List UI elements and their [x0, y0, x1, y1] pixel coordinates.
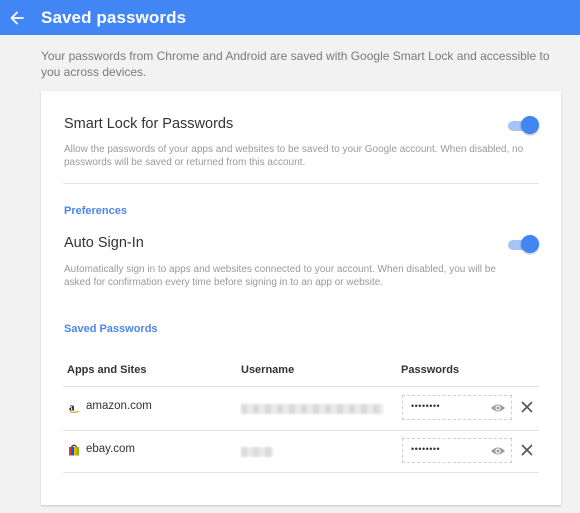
preferences-heading: Preferences	[64, 205, 127, 217]
divider	[63, 472, 539, 473]
password-field[interactable]: ••••••••	[402, 438, 512, 463]
smart-lock-toggle[interactable]	[508, 116, 539, 134]
column-header-username: Username	[241, 364, 295, 376]
auto-sign-in-description: Automatically sign in to apps and websit…	[64, 264, 496, 288]
smart-lock-description: Allow the passwords of your apps and web…	[64, 144, 524, 168]
site-name: ebay.com	[86, 443, 136, 455]
ebay-icon	[69, 444, 79, 456]
amazon-icon: a	[69, 402, 79, 413]
auto-sign-in-title: Auto Sign-In	[64, 235, 144, 251]
password-field[interactable]: ••••••••	[402, 395, 512, 420]
auto-sign-in-toggle[interactable]	[508, 235, 539, 253]
eye-icon[interactable]	[490, 402, 506, 414]
site-name: amazon.com	[86, 400, 152, 412]
username-redacted	[241, 404, 383, 414]
eye-icon[interactable]	[490, 445, 506, 457]
back-button[interactable]	[0, 0, 34, 35]
settings-card: Smart Lock for Passwords Allow the passw…	[41, 91, 561, 505]
password-mask: ••••••••	[411, 401, 441, 411]
smart-lock-title: Smart Lock for Passwords	[64, 116, 234, 132]
column-header-site: Apps and Sites	[67, 364, 147, 376]
table-row: ebay.com ••••••••	[63, 430, 539, 473]
column-header-password: Passwords	[401, 364, 460, 376]
close-icon[interactable]	[520, 443, 534, 457]
divider	[63, 183, 539, 184]
arrow-left-icon	[10, 11, 24, 24]
password-mask: ••••••••	[411, 444, 441, 454]
table-row: a amazon.com ••••••••	[63, 387, 539, 430]
close-icon[interactable]	[520, 400, 534, 414]
page-title: Saved passwords	[41, 7, 187, 27]
top-app-bar: Saved passwords	[0, 0, 580, 35]
intro-text: Your passwords from Chrome and Android a…	[41, 49, 550, 79]
username-redacted	[241, 447, 273, 457]
saved-passwords-heading: Saved Passwords	[64, 323, 158, 335]
